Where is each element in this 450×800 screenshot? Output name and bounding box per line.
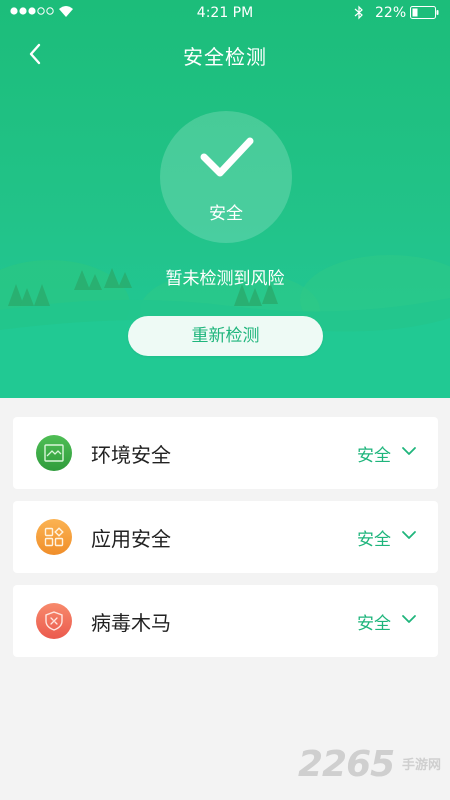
battery-percent: 22% (375, 5, 407, 21)
item-title: 应用安全 (91, 527, 171, 551)
list-item-environment-security[interactable]: 环境安全 安全 (13, 417, 438, 489)
item-title: 环境安全 (91, 443, 171, 467)
battery-icon (410, 6, 439, 19)
environment-icon (36, 435, 72, 471)
safety-status-circle: 安全 (160, 111, 292, 243)
watermark-text: 手游网 (402, 758, 442, 773)
checkmark-icon (200, 137, 254, 177)
watermark-number: 2265 (298, 744, 395, 785)
scan-result-text: 暂未检测到风险 (165, 269, 285, 289)
list-item-app-security[interactable]: 应用安全 安全 (13, 501, 438, 573)
chevron-down-icon[interactable] (401, 446, 417, 456)
page-title: 安全检测 (183, 45, 267, 69)
item-status: 安全 (357, 530, 391, 550)
watermark-logo: 2265 手游网 (298, 744, 448, 788)
hero-panel: 4:21 PM 22% 安全检测 安全 暂未检测到风险 重新检测 (0, 0, 450, 398)
status-bar: 4:21 PM 22% (0, 0, 450, 26)
apps-grid-icon (36, 519, 72, 555)
list-item-virus-trojan[interactable]: 病毒木马 安全 (13, 585, 438, 657)
item-title: 病毒木马 (91, 611, 171, 635)
chevron-down-icon[interactable] (401, 614, 417, 624)
rescan-button[interactable]: 重新检测 (128, 316, 323, 356)
virus-shield-icon (36, 603, 72, 639)
item-status: 安全 (357, 446, 391, 466)
safety-status-label: 安全 (209, 204, 243, 224)
bluetooth-icon (354, 5, 363, 20)
item-status: 安全 (357, 614, 391, 634)
chevron-down-icon[interactable] (401, 530, 417, 540)
